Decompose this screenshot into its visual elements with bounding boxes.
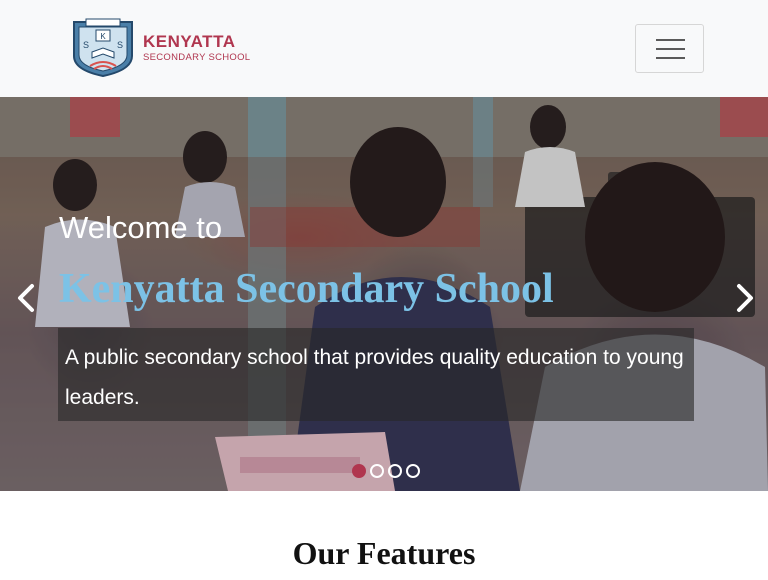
navbar-toggle-button[interactable] bbox=[635, 24, 704, 73]
carousel-welcome-text: Welcome to bbox=[59, 210, 223, 245]
navbar: K S S KENYATTA SECONDARY SCHOOL bbox=[0, 0, 768, 97]
svg-text:S: S bbox=[117, 40, 123, 50]
carousel-next-button[interactable] bbox=[731, 280, 759, 316]
carousel-indicators bbox=[352, 464, 420, 478]
carousel-caption-box: A public secondary school that provides … bbox=[58, 328, 694, 421]
carousel-title: Kenyatta Secondary School bbox=[59, 266, 554, 312]
carousel-indicator-1[interactable] bbox=[352, 464, 366, 478]
svg-text:S: S bbox=[83, 40, 89, 50]
brand-subtitle: SECONDARY SCHOOL bbox=[143, 52, 251, 63]
hero-carousel: Welcome to Kenyatta Secondary School A p… bbox=[0, 97, 768, 491]
brand-link[interactable]: K S S KENYATTA SECONDARY SCHOOL bbox=[68, 18, 250, 78]
chevron-left-icon bbox=[18, 284, 34, 312]
school-crest-logo: K S S bbox=[73, 18, 133, 78]
features-heading: Our Features bbox=[292, 535, 476, 571]
carousel-description: A public secondary school that provides … bbox=[65, 346, 684, 409]
svg-text:K: K bbox=[100, 32, 106, 41]
carousel-indicator-4[interactable] bbox=[406, 464, 420, 478]
brand-text: KENYATTA SECONDARY SCHOOL bbox=[143, 32, 250, 64]
carousel-prev-button[interactable] bbox=[12, 280, 40, 316]
brand-name: KENYATTA bbox=[143, 32, 236, 51]
carousel-indicator-2[interactable] bbox=[370, 464, 384, 478]
carousel-indicator-3[interactable] bbox=[388, 464, 402, 478]
chevron-right-icon bbox=[737, 284, 753, 312]
